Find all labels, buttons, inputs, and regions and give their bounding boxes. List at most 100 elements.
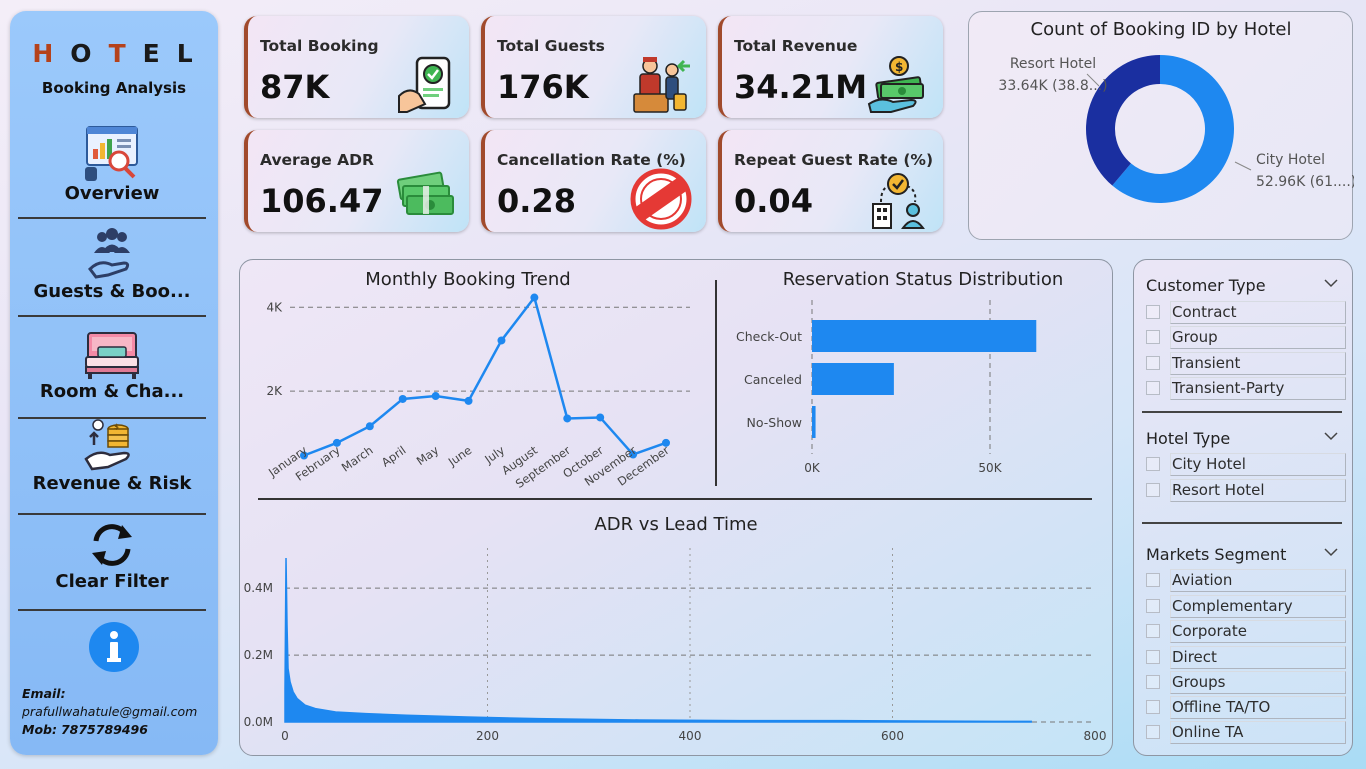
clear-filter-label: Clear Filter	[55, 571, 169, 592]
donut-slice-resort-hotel	[1086, 55, 1160, 186]
hotel-donut-chart[interactable]: Count of Booking ID by Hotel Resort Hote…	[969, 12, 1356, 241]
filter-hotel-type: Hotel Type City Hotel Resort Hotel	[1146, 429, 1346, 509]
data-point-june	[464, 396, 473, 405]
money-hand-icon: $	[867, 56, 924, 113]
checkbox[interactable]	[1146, 650, 1160, 664]
checkbox[interactable]	[1146, 599, 1160, 613]
checkbox[interactable]	[1146, 700, 1160, 714]
chevron-down-icon[interactable]	[1324, 431, 1338, 441]
filter-option-group[interactable]: Group	[1146, 326, 1348, 349]
nav-guests-label: Guests & Boo...	[33, 281, 191, 302]
filter-option-online-ta[interactable]: Online TA	[1146, 721, 1348, 744]
nav-room-channel[interactable]: Room & Cha...	[18, 325, 206, 421]
checkbox[interactable]	[1146, 381, 1160, 395]
city-slice-value: 52.96K (61....)	[1256, 174, 1354, 190]
hotel-guests-icon	[633, 57, 690, 113]
kpi-label: Total Guests	[497, 37, 605, 55]
svg-text:$: $	[114, 423, 119, 431]
main-charts-panel: Monthly Booking Trend Reservation Status…	[239, 259, 1113, 756]
adr-lead-time-area	[284, 558, 1032, 723]
refresh-icon	[92, 524, 132, 566]
kpi-repeat-guest-rate: Repeat Guest Rate (%) 0.04	[718, 130, 943, 232]
filter-option-corporate[interactable]: Corporate	[1146, 620, 1348, 643]
kpi-value: 0.04	[734, 182, 813, 220]
data-point-march	[365, 422, 374, 431]
nav-overview[interactable]: Overview	[18, 121, 206, 219]
info-icon[interactable]	[88, 621, 140, 673]
mob-value: 7875789496	[60, 722, 148, 737]
filter-customer-type: Customer Type Contract Group Transient T…	[1146, 276, 1346, 406]
filter-option-contract[interactable]: Contract	[1146, 301, 1348, 324]
monthly-booking-line-chart[interactable]: 2K4KJanuaryFebruaryMarch April May June July…	[265, 293, 690, 491]
x-tick-label: 200	[476, 729, 499, 743]
checkbox[interactable]	[1146, 356, 1160, 370]
chevron-down-icon[interactable]	[1324, 278, 1338, 288]
filter-divider	[1142, 522, 1342, 524]
nav-guests-bookings[interactable]: Guests & Boo...	[18, 227, 206, 319]
y-tick-label: 0.4M	[244, 581, 273, 595]
guests-hand-icon	[88, 228, 130, 279]
kpi-label: Cancellation Rate (%)	[497, 151, 686, 169]
category-label: Canceled	[744, 372, 802, 387]
checkbox[interactable]	[1146, 483, 1160, 497]
filter-option-direct[interactable]: Direct	[1146, 646, 1348, 669]
hotel-donut-panel: Count of Booking ID by Hotel Resort Hote…	[968, 11, 1356, 241]
cancelled-stamp-icon	[630, 168, 692, 230]
hotel-logo: HOTEL	[32, 39, 210, 68]
reservation-status-bar-chart[interactable]: 0K 50K Check-Out Canceled No-Show	[736, 300, 1037, 475]
filter-option-city-hotel[interactable]: City Hotel	[1146, 453, 1348, 476]
booking-trend-line	[303, 294, 667, 457]
x-tick-label: 0K	[804, 461, 821, 475]
filter-divider	[1142, 411, 1342, 413]
data-point-october	[596, 413, 605, 422]
kpi-total-booking: Total Booking 87K	[244, 16, 469, 118]
overview-analytics-icon	[85, 126, 138, 181]
filter-option-groups[interactable]: Groups	[1146, 671, 1348, 694]
filter-market-segment: Markets Segment Aviation Complementary C…	[1146, 545, 1346, 750]
filter-option-transient-party[interactable]: Transient-Party	[1146, 377, 1348, 400]
bar-canceled	[812, 363, 894, 395]
mobile-booking-icon	[398, 56, 451, 113]
checkbox[interactable]	[1146, 725, 1160, 739]
main-charts-svg: Monthly Booking Trend Reservation Status…	[244, 269, 1107, 743]
contact-info: Email: prafullwahatule@gmail.com Mob: 78…	[22, 685, 197, 739]
checkbox[interactable]	[1146, 675, 1160, 689]
filter-option-aviation[interactable]: Aviation	[1146, 569, 1348, 592]
x-tick-label: May	[414, 443, 442, 468]
nav-divider	[18, 609, 206, 611]
kpi-cancellation-rate: Cancellation Rate (%) 0.28	[481, 130, 706, 232]
checkbox[interactable]	[1146, 330, 1160, 344]
email-value: prafullwahatule@gmail.com	[22, 704, 198, 719]
data-point-may	[431, 392, 440, 401]
bar-chart-title: Reservation Status Distribution	[783, 269, 1064, 290]
option-label: Transient-Party	[1172, 379, 1285, 397]
resort-slice-value: 33.64K (38.8...)	[998, 78, 1107, 94]
filter-option-offline-ta-to[interactable]: Offline TA/TO	[1146, 696, 1348, 719]
kpi-value: 34.21M	[734, 68, 868, 106]
checkbox[interactable]	[1146, 624, 1160, 638]
data-point-august	[530, 293, 539, 302]
nav-revenue-label: Revenue & Risk	[32, 473, 192, 494]
checkbox[interactable]	[1146, 573, 1160, 587]
filter-option-resort-hotel[interactable]: Resort Hotel	[1146, 479, 1348, 502]
kpi-total-revenue: Total Revenue 34.21M $	[718, 16, 943, 118]
x-tick-label: 0	[281, 729, 289, 743]
data-point-april	[398, 394, 407, 403]
kpi-value: 0.28	[497, 182, 576, 220]
x-tick-label: June	[445, 443, 474, 469]
y-tick-label: 0.2M	[244, 648, 273, 662]
chevron-down-icon[interactable]	[1324, 547, 1338, 557]
filter-option-complementary[interactable]: Complementary	[1146, 595, 1348, 618]
sidebar: HOTEL Booking Analysis Overview Guests &…	[10, 11, 218, 755]
checkbox[interactable]	[1146, 305, 1160, 319]
category-label: Check-Out	[736, 329, 802, 344]
revenue-coins-icon: $	[84, 419, 130, 471]
kpi-label: Average ADR	[260, 151, 374, 169]
clear-filter-button[interactable]: Clear Filter	[18, 519, 206, 613]
email-label: Email:	[22, 686, 66, 701]
adr-lead-time-chart[interactable]: 0.0M 0.2M 0.4M 0 200 400 600 800	[244, 548, 1107, 743]
nav-revenue-risk[interactable]: $ Revenue & Risk	[18, 415, 206, 515]
filter-option-transient[interactable]: Transient	[1146, 352, 1348, 375]
scatter-chart-title: ADR vs Lead Time	[594, 514, 757, 535]
checkbox[interactable]	[1146, 457, 1160, 471]
